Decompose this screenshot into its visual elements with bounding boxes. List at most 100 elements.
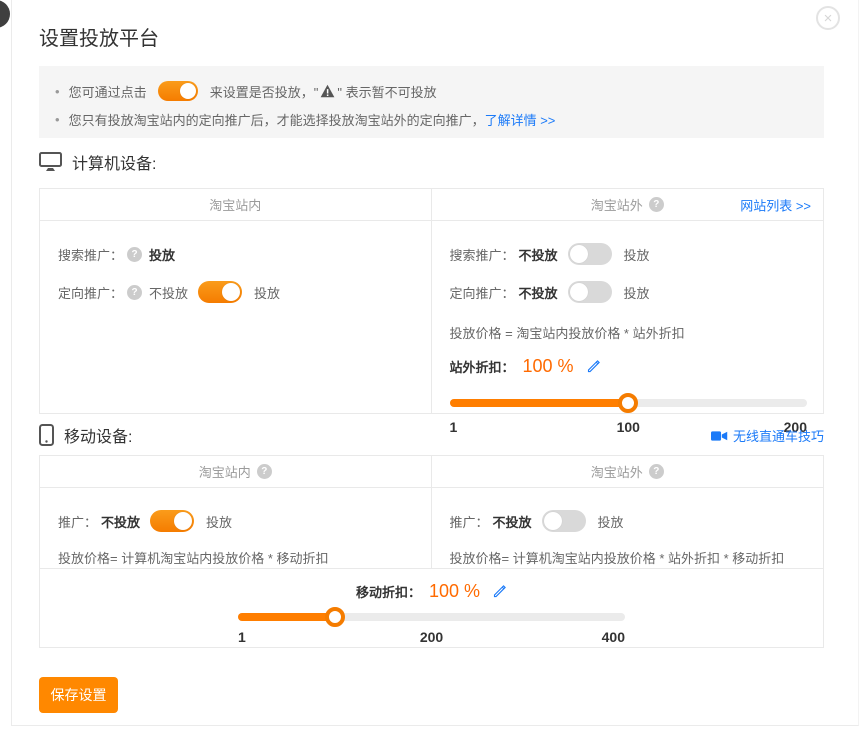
state-off-label: 不投放 bbox=[519, 245, 558, 264]
header-label: 淘宝站外 bbox=[591, 195, 643, 214]
scale-mid: 200 bbox=[420, 629, 443, 645]
computer-offsite-header: 淘宝站外 ? 网站列表 >> bbox=[432, 189, 824, 220]
help-icon[interactable]: ? bbox=[649, 464, 664, 479]
row-label: 定向推广： bbox=[58, 283, 123, 302]
state-on-label: 投放 bbox=[254, 283, 280, 302]
mobile-phone-icon bbox=[39, 424, 54, 446]
state-off-label: 不投放 bbox=[101, 512, 140, 531]
notice-text: " 表示暂不可投放 bbox=[337, 82, 436, 101]
state-on-label: 投放 bbox=[624, 283, 650, 302]
mobile-offsite-header: 淘宝站外 ? bbox=[432, 456, 824, 487]
target-promo-row: 定向推广： 不投放 投放 bbox=[450, 281, 808, 303]
state-on-label: 投放 bbox=[624, 245, 650, 264]
toggle-knob bbox=[570, 283, 588, 301]
state-off-label: 不投放 bbox=[493, 512, 532, 531]
discount-label: 站外折扣： bbox=[450, 357, 515, 376]
mobile-discount-slider[interactable] bbox=[238, 607, 625, 627]
computer-onsite-header: 淘宝站内 bbox=[40, 189, 432, 220]
site-list-link[interactable]: 网站列表 >> bbox=[740, 195, 811, 214]
bullet-icon: • bbox=[55, 84, 60, 99]
row-label: 搜索推广： bbox=[450, 245, 515, 264]
edit-pencil-icon[interactable] bbox=[586, 359, 601, 374]
computer-icon bbox=[39, 152, 62, 172]
learn-more-link[interactable]: 了解详情 >> bbox=[485, 110, 556, 129]
mobile-table-header: 淘宝站内 ? 淘宝站外 ? bbox=[40, 456, 823, 488]
promo-row: 推广： 不投放 投放 bbox=[58, 510, 415, 532]
promo-row: 推广： 不投放 投放 bbox=[450, 510, 808, 532]
mobile-offsite-cell: 推广： 不投放 投放 投放价格= 计算机淘宝站内投放价格 * 站外折扣 * 移动… bbox=[432, 488, 824, 568]
computer-onsite-target-toggle[interactable] bbox=[198, 281, 242, 303]
search-promo-row: 搜索推广： ? 投放 bbox=[58, 243, 415, 265]
toggle-knob bbox=[222, 283, 240, 301]
mobile-section-label: 移动设备: bbox=[64, 423, 132, 447]
mobile-platform-table: 淘宝站内 ? 淘宝站外 ? 推广： 不投放 投放 投放价格= 计算机淘宝站内投放… bbox=[39, 455, 824, 648]
tips-link-label: 无线直通车技巧 bbox=[733, 426, 824, 445]
computer-offsite-target-toggle[interactable] bbox=[568, 281, 612, 303]
close-button[interactable]: × bbox=[816, 6, 840, 30]
computer-offsite-cell: 搜索推广： 不投放 投放 定向推广： 不投放 投放 投放价格 = 淘宝站内投放价… bbox=[432, 221, 824, 414]
header-label: 淘宝站内 bbox=[209, 195, 261, 214]
mobile-offsite-price-formula: 投放价格= 计算机淘宝站内投放价格 * 站外折扣 * 移动折扣 bbox=[450, 548, 808, 566]
help-icon[interactable]: ? bbox=[257, 464, 272, 479]
mobile-discount-row: 移动折扣： 100 % 1 200 400 bbox=[40, 568, 823, 648]
discount-value: 100 % bbox=[429, 581, 480, 602]
computer-onsite-cell: 搜索推广： ? 投放 定向推广： ? 不投放 投放 bbox=[40, 221, 432, 414]
scale-max: 400 bbox=[602, 629, 625, 645]
toggle-knob bbox=[180, 83, 196, 99]
mobile-onsite-toggle[interactable] bbox=[150, 510, 194, 532]
row-label: 搜索推广： bbox=[58, 245, 123, 264]
warning-icon bbox=[320, 84, 335, 98]
help-icon[interactable]: ? bbox=[649, 197, 664, 212]
slider-thumb[interactable] bbox=[618, 393, 638, 413]
computer-section-label: 计算机设备: bbox=[72, 150, 156, 174]
notice-line-1: • 您可通过点击 来设置是否投放，" " 表示暂不可投放 bbox=[55, 79, 808, 103]
example-toggle bbox=[158, 81, 198, 101]
mobile-onsite-price-formula: 投放价格= 计算机淘宝站内投放价格 * 移动折扣 bbox=[58, 548, 415, 566]
notice-text: 您只有投放淘宝站内的定向推广后，才能选择投放淘宝站外的定向推广， bbox=[69, 110, 485, 129]
toggle-knob bbox=[544, 512, 562, 530]
computer-table-body: 搜索推广： ? 投放 定向推广： ? 不投放 投放 搜索推广： 不投放 投放 bbox=[40, 221, 823, 414]
mobile-onsite-header: 淘宝站内 ? bbox=[40, 456, 432, 487]
mobile-section-heading: 移动设备: 无线直通车技巧 bbox=[39, 423, 824, 447]
computer-platform-table: 淘宝站内 淘宝站外 ? 网站列表 >> 搜索推广： ? 投放 定向推广： ? 不… bbox=[39, 188, 824, 414]
dialog-title: 设置投放平台 bbox=[39, 22, 159, 51]
state-label: 投放 bbox=[149, 245, 175, 264]
target-promo-row: 定向推广： ? 不投放 投放 bbox=[58, 281, 415, 303]
notice-line-2: • 您只有投放淘宝站内的定向推广后，才能选择投放淘宝站外的定向推广， 了解详情 … bbox=[55, 107, 808, 131]
help-icon[interactable]: ? bbox=[127, 285, 142, 300]
state-off-label: 不投放 bbox=[149, 283, 188, 302]
mobile-table-body: 推广： 不投放 投放 投放价格= 计算机淘宝站内投放价格 * 移动折扣 推广： … bbox=[40, 488, 823, 568]
edit-pencil-icon[interactable] bbox=[492, 584, 507, 599]
notice-text: 您可通过点击 bbox=[69, 82, 151, 101]
discount-value: 100 % bbox=[523, 356, 574, 377]
discount-label: 移动折扣： bbox=[356, 582, 421, 601]
help-icon[interactable]: ? bbox=[127, 247, 142, 262]
mobile-offsite-toggle[interactable] bbox=[542, 510, 586, 532]
row-label: 定向推广： bbox=[450, 283, 515, 302]
slider-fill bbox=[238, 613, 335, 621]
toggle-knob bbox=[570, 245, 588, 263]
computer-offsite-search-toggle[interactable] bbox=[568, 243, 612, 265]
slider-thumb[interactable] bbox=[325, 607, 345, 627]
row-label: 推广： bbox=[450, 512, 489, 531]
video-icon bbox=[711, 430, 728, 442]
mobile-onsite-cell: 推广： 不投放 投放 投放价格= 计算机淘宝站内投放价格 * 移动折扣 bbox=[40, 488, 432, 568]
notice-box: • 您可通过点击 来设置是否投放，" " 表示暂不可投放 • 您只有投放淘宝站内… bbox=[39, 66, 824, 138]
state-off-label: 不投放 bbox=[519, 283, 558, 302]
mobile-discount-line: 移动折扣： 100 % bbox=[40, 579, 823, 603]
slider-scale: 1 200 400 bbox=[238, 629, 625, 647]
wireless-tips-link[interactable]: 无线直通车技巧 bbox=[711, 426, 824, 445]
scale-min: 1 bbox=[238, 629, 246, 645]
header-label: 淘宝站内 bbox=[199, 462, 251, 481]
offsite-discount-line: 站外折扣： 100 % bbox=[450, 353, 808, 379]
computer-table-header: 淘宝站内 淘宝站外 ? 网站列表 >> bbox=[40, 189, 823, 221]
toggle-knob bbox=[174, 512, 192, 530]
search-promo-row: 搜索推广： 不投放 投放 bbox=[450, 243, 808, 265]
background-badge bbox=[0, 0, 10, 28]
save-settings-button[interactable]: 保存设置 bbox=[39, 677, 118, 713]
computer-section-heading: 计算机设备: bbox=[39, 150, 824, 174]
offsite-price-formula: 投放价格 = 淘宝站内投放价格 * 站外折扣 bbox=[450, 323, 808, 341]
notice-text: 来设置是否投放，" bbox=[206, 82, 318, 101]
offsite-discount-slider[interactable] bbox=[450, 393, 808, 413]
row-label: 推广： bbox=[58, 512, 97, 531]
